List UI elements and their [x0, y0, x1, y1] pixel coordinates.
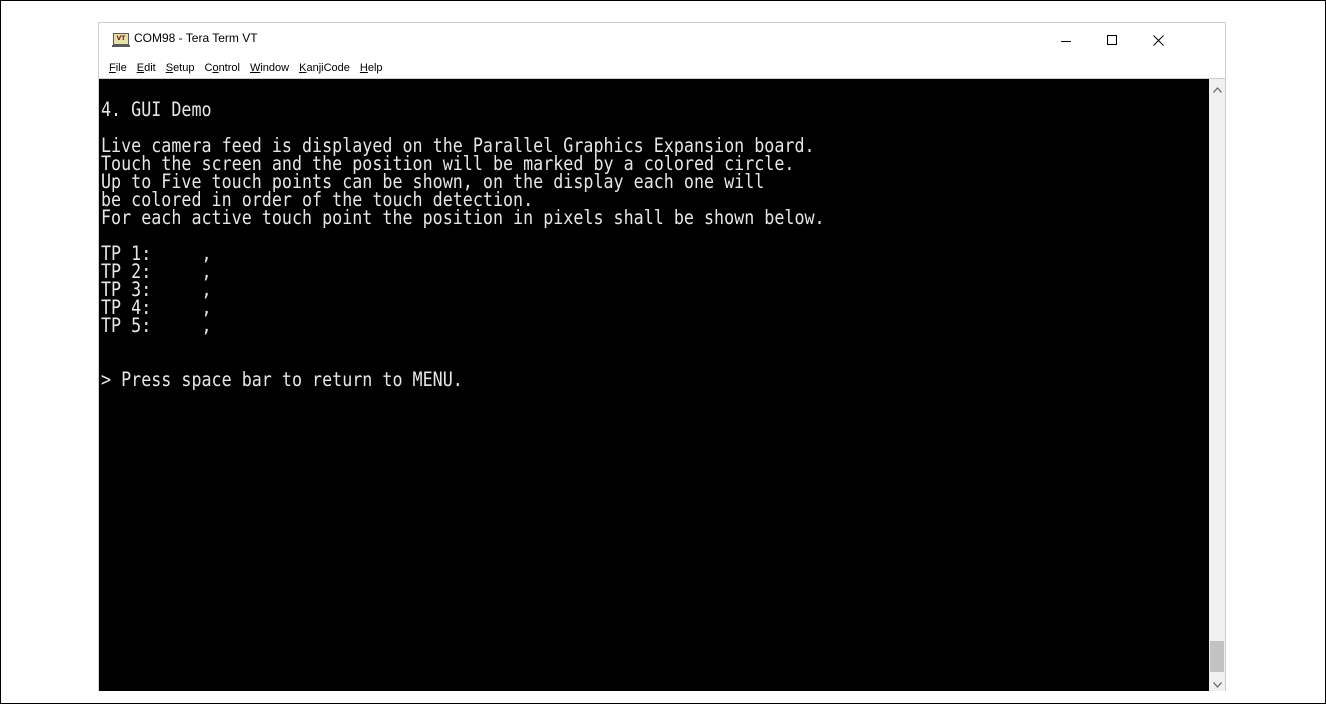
teraterm-app-icon[interactable]: VT: [112, 33, 130, 47]
terminal-output: 4. GUI Demo Live camera feed is displaye…: [101, 98, 825, 391]
menu-kanjicode-rest: anjiCode: [306, 61, 350, 74]
menu-window[interactable]: Window: [245, 62, 294, 74]
teraterm-window: VT COM98 - Tera Term VT File Edit Setup …: [98, 22, 1226, 691]
menu-window-accel: W: [249, 61, 261, 74]
terminal-line: 4. GUI Demo: [101, 98, 212, 121]
menu-file-accel: F: [109, 61, 116, 74]
menu-file[interactable]: File: [104, 62, 132, 74]
scrollbar-thumb[interactable]: [1210, 641, 1224, 672]
minimize-button[interactable]: [1043, 23, 1089, 57]
menu-setup-accel: S: [165, 61, 174, 74]
menu-control[interactable]: Control: [199, 62, 244, 74]
title-bar[interactable]: VT COM98 - Tera Term VT: [99, 23, 1225, 57]
close-icon: [1152, 34, 1164, 46]
scroll-up-button[interactable]: [1209, 79, 1225, 96]
scroll-down-arrow-icon: [1212, 673, 1222, 692]
menu-edit-rest: dit: [144, 61, 156, 74]
menu-help-rest: elp: [367, 61, 383, 74]
terminal-line: > Press space bar to return to MENU.: [101, 368, 463, 391]
scroll-down-button[interactable]: [1209, 674, 1225, 691]
terminal-screen[interactable]: 4. GUI Demo Live camera feed is displaye…: [99, 79, 1209, 691]
terminal-line: TP 5: ,: [101, 314, 212, 337]
menu-help[interactable]: Help: [355, 62, 388, 74]
maximize-icon: [1107, 35, 1117, 45]
window-title: COM98 - Tera Term VT: [134, 31, 258, 45]
menu-kanjicode[interactable]: KanjiCode: [294, 62, 355, 74]
menu-edit-accel: E: [136, 61, 145, 74]
maximize-button[interactable]: [1089, 23, 1135, 57]
menu-file-rest: ile: [115, 61, 127, 74]
close-button[interactable]: [1135, 23, 1181, 57]
menu-window-rest: indow: [260, 61, 290, 74]
minimize-icon: [1061, 40, 1071, 42]
menu-help-accel: H: [359, 61, 368, 74]
menu-setup[interactable]: Setup: [161, 62, 200, 74]
menu-setup-rest: etup: [173, 61, 195, 74]
scroll-up-arrow-icon: [1212, 78, 1222, 97]
menu-control-rest: ntrol: [218, 61, 240, 74]
terminal-line: For each active touch point the position…: [101, 206, 825, 229]
menu-edit[interactable]: Edit: [132, 62, 161, 74]
vertical-scrollbar[interactable]: [1209, 79, 1225, 691]
menu-bar: File Edit Setup Control Window KanjiCode…: [99, 57, 1225, 79]
